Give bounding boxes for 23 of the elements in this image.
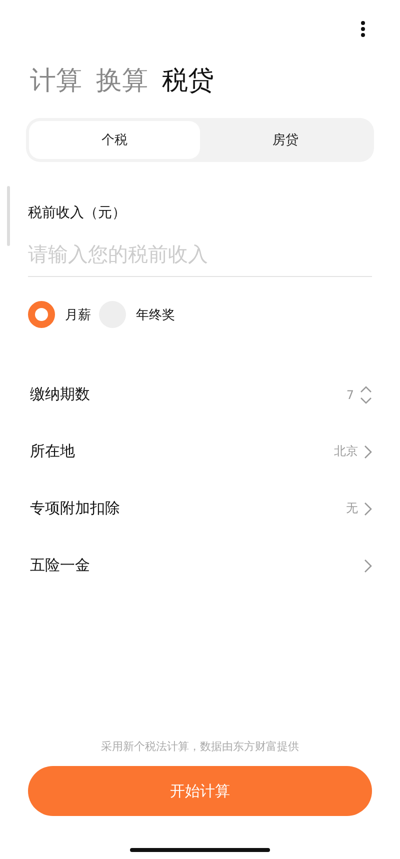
stepper-icon[interactable] [360, 386, 372, 404]
radio-label: 年终奖 [136, 306, 175, 324]
radio-label: 月薪 [65, 306, 91, 324]
more-icon[interactable] [360, 20, 366, 38]
segment-tab[interactable]: 房贷 [200, 121, 371, 159]
header-tab[interactable]: 计算 [30, 62, 82, 98]
chevron-right-icon[interactable] [364, 444, 372, 458]
setting-label[interactable]: 五险一金 [30, 556, 358, 575]
segment-tab[interactable]: 个税 [29, 121, 200, 159]
setting-label[interactable]: 所在地 [30, 442, 328, 461]
chevron-right-icon[interactable] [364, 502, 372, 516]
footnote: 采用新个税法计算，数据由东方财富提供 [100, 739, 300, 754]
header-tab[interactable]: 税贷 [162, 62, 214, 98]
setting-value: 无 [346, 500, 358, 517]
setting-label[interactable]: 专项附加扣除 [30, 499, 340, 518]
scroll-indicator [7, 186, 10, 246]
setting-value: 北京 [334, 443, 358, 460]
header-tab[interactable]: 换算 [96, 62, 148, 98]
setting-value: 7 [346, 388, 354, 402]
chevron-right-icon[interactable] [364, 558, 372, 572]
field-label: 税前收入（元） [28, 204, 127, 222]
setting-label[interactable]: 缴纳期数 [30, 385, 340, 404]
radio-button[interactable] [28, 301, 55, 328]
